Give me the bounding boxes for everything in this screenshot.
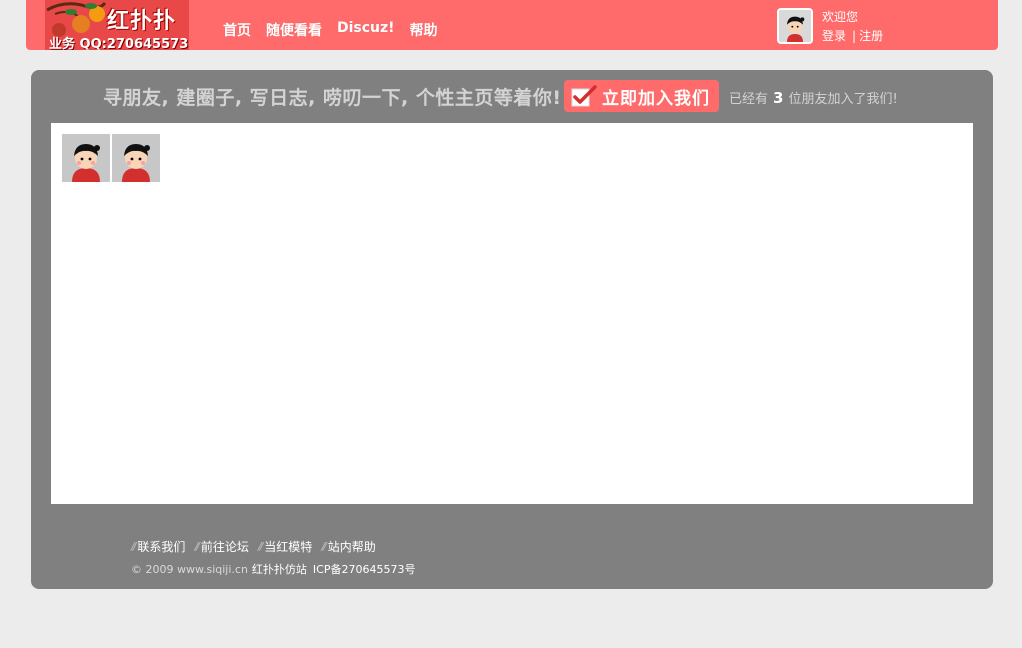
checkbox-check-icon (571, 85, 597, 107)
member-count: 已经有 3 位朋友加入了我们! (729, 88, 898, 107)
join-button[interactable]: 立即加入我们 (564, 80, 719, 112)
footer-link-label: 站内帮助 (327, 540, 376, 554)
member-count-number: 3 (773, 89, 784, 107)
default-avatar-icon (62, 134, 110, 182)
member-count-prefix: 已经有 (729, 92, 769, 107)
slash-icon: // (321, 540, 327, 553)
header-bar: 红扑扑 业务 QQ:270645573 首页 随便看看 Discuz! 帮助 欢… (26, 0, 998, 50)
avatar[interactable] (777, 8, 813, 44)
join-button-label: 立即加入我们 (602, 88, 710, 109)
hero-slogan: 寻朋友, 建圈子, 写日志, 唠叨一下, 个性主页等着你! (103, 87, 562, 109)
member-count-suffix: 位朋友加入了我们! (788, 92, 898, 107)
footer-link-contact[interactable]: //联系我们 (131, 538, 185, 555)
default-avatar-icon (779, 10, 811, 42)
slash-icon: // (257, 540, 264, 553)
auth-links: 登录 | 注册 (822, 27, 883, 44)
default-avatar-icon (112, 134, 160, 182)
copyright: © 2009 www.siqiji.cn 红扑扑仿站 ICP备270645573号 (131, 561, 415, 577)
footer-link-forum[interactable]: //前往论坛 (194, 538, 248, 555)
site-name-link[interactable]: 红扑扑仿站 (252, 563, 307, 576)
logo-title: 红扑扑 (107, 8, 177, 34)
login-link[interactable]: 登录 (822, 29, 846, 43)
member-avatar[interactable] (112, 134, 160, 182)
slash-icon: // (131, 540, 137, 553)
member-avatar[interactable] (62, 134, 110, 182)
member-gallery (51, 123, 973, 504)
footer: //联系我们 //前往论坛 //当红模特 //站内帮助 © 2009 www.s… (131, 538, 415, 577)
welcome-text: 欢迎您 (822, 10, 859, 24)
copyright-text: © 2009 www.siqiji.cn (131, 563, 248, 576)
footer-link-help[interactable]: //站内帮助 (321, 538, 375, 555)
site-logo[interactable]: 红扑扑 业务 QQ:270645573 (45, 0, 189, 50)
nav-browse[interactable]: 随便看看 (266, 20, 322, 40)
main-panel: 寻朋友, 建圈子, 写日志, 唠叨一下, 个性主页等着你! 立即加入我们 已经有… (31, 70, 993, 589)
slash-icon: // (194, 540, 200, 553)
user-box: 欢迎您 登录 | 注册 (777, 8, 967, 48)
footer-link-models[interactable]: //当红模特 (258, 538, 312, 555)
nav-discuz[interactable]: Discuz! (337, 20, 395, 40)
logo-qq-text: 业务 QQ:270645573 (49, 37, 189, 50)
nav-help[interactable]: 帮助 (410, 20, 438, 40)
icp-link[interactable]: ICP备270645573号 (313, 563, 416, 576)
register-link[interactable]: 注册 (859, 29, 883, 43)
link-separator: | (852, 29, 857, 43)
footer-link-label: 当红模特 (264, 540, 313, 554)
nav-home[interactable]: 首页 (223, 20, 251, 40)
footer-links: //联系我们 //前往论坛 //当红模特 //站内帮助 (131, 538, 415, 555)
footer-link-label: 前往论坛 (200, 540, 249, 554)
footer-link-label: 联系我们 (137, 540, 186, 554)
main-nav: 首页 随便看看 Discuz! 帮助 (223, 20, 453, 40)
hero-row: 寻朋友, 建圈子, 写日志, 唠叨一下, 个性主页等着你! 立即加入我们 已经有… (31, 79, 993, 113)
